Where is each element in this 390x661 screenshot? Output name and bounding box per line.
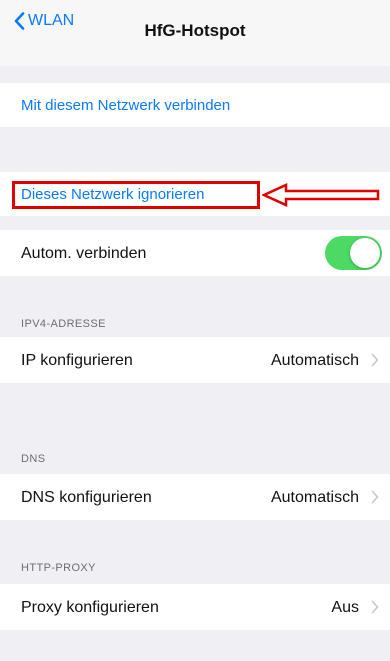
ip-config-label: IP konfigurieren: [21, 352, 133, 369]
chevron-right-icon: [371, 490, 379, 504]
chevron-right-icon: [371, 600, 379, 614]
page-title: HfG-Hotspot: [144, 21, 246, 40]
dns-config-value: Automatisch: [270, 489, 359, 506]
join-network-cell[interactable]: Mit diesem Netzwerk verbinden: [0, 83, 390, 127]
toggle-knob: [350, 238, 380, 268]
ipv4-section-header: IPV4-ADRESSE: [21, 318, 106, 330]
dns-config-cell[interactable]: DNS konfigurieren Automatisch: [0, 474, 390, 520]
annotation-highlight-box: [12, 181, 260, 209]
proxy-config-cell[interactable]: Proxy konfigurieren Aus: [0, 584, 390, 630]
auto-join-toggle[interactable]: [325, 236, 382, 270]
ip-config-cell[interactable]: IP konfigurieren Automatisch: [0, 337, 390, 383]
arrow-left-icon: [262, 183, 380, 207]
join-network-button[interactable]: Mit diesem Netzwerk verbinden: [21, 97, 230, 114]
ip-config-value: Automatisch: [270, 352, 359, 369]
dns-section-header: DNS: [21, 453, 46, 465]
navigation-bar: WLAN HfG-Hotspot: [0, 0, 390, 66]
dns-config-label: DNS konfigurieren: [21, 489, 152, 506]
proxy-config-label: Proxy konfigurieren: [21, 599, 159, 616]
proxy-section-header: HTTP-PROXY: [21, 562, 96, 574]
auto-join-label: Autom. verbinden: [21, 245, 147, 262]
chevron-right-icon: [371, 353, 379, 367]
proxy-config-value: Aus: [331, 599, 359, 616]
